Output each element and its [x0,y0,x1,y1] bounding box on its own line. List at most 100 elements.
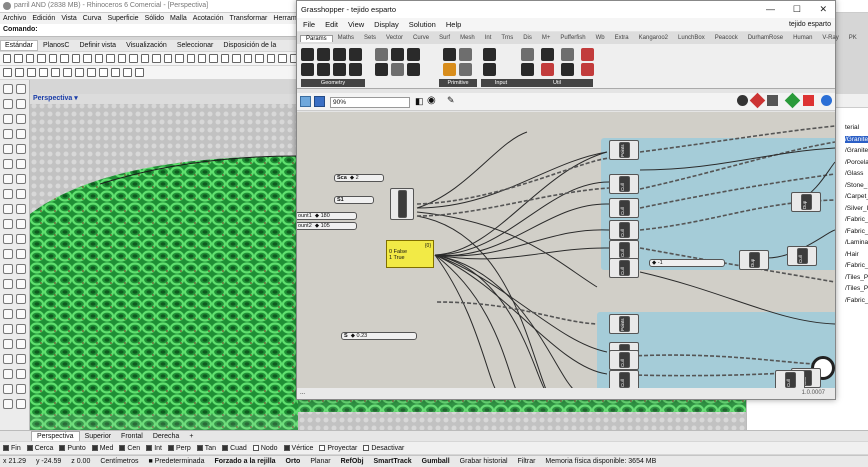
filter-toggle[interactable]: Filtrar [518,458,536,465]
ribbon-component-icon[interactable] [581,48,594,61]
osnap-med[interactable]: Med [91,445,113,452]
ribbon-component-icon[interactable] [301,48,314,61]
tool-icon[interactable] [3,84,13,94]
close-icon[interactable]: ✕ [819,4,827,15]
gh-tab[interactable]: Human [788,35,817,41]
tool-icon[interactable] [220,54,230,63]
tool-icon[interactable] [3,189,13,199]
tool-icon[interactable] [83,54,92,63]
tool-icon[interactable] [186,54,195,63]
ribbon-component-icon[interactable] [521,48,534,61]
slider-count1[interactable]: ount1 ◆ 180 [297,212,357,220]
ribbon-group-label[interactable]: Primitive [439,79,477,87]
rhino-menu-item[interactable]: Edición [32,15,55,22]
gh-tab[interactable]: Peacock [710,35,743,41]
tool-icon[interactable] [152,54,161,63]
toolbar-tab[interactable]: Definir vista [75,40,122,51]
tool-icon[interactable] [16,234,26,244]
ribbon-group-label[interactable]: Util [521,79,593,87]
ribbon-component-icon[interactable] [317,48,330,61]
tool-icon[interactable] [16,99,26,109]
tool-icon[interactable] [94,54,104,63]
tool-icon[interactable] [99,68,108,77]
material-list-item[interactable]: /Hair [845,251,859,258]
tool-icon[interactable] [16,84,26,94]
tool-icon[interactable] [16,189,26,199]
material-list-item[interactable]: /Stone_I [845,182,868,189]
osnap-vértice[interactable]: Vértice [283,445,313,452]
gh-component[interactable]: Cull [609,220,639,240]
osnap-punto[interactable]: Punto [59,445,86,452]
ribbon-component-icon[interactable] [459,48,472,61]
ribbon-component-icon[interactable] [333,48,346,61]
material-list-item[interactable]: /Carpet_ [845,193,868,200]
gh-tab[interactable]: Wb [591,35,610,41]
gh-menu-item[interactable]: Display [374,20,399,29]
gh-menu-item[interactable]: Help [446,20,461,29]
smarttrack-toggle[interactable]: SmartTrack [374,458,412,465]
zoom-reset-icon[interactable]: ◧ [415,96,424,107]
layer-label[interactable]: ■ Predeterminada [148,458,204,465]
tool-icon[interactable] [16,279,26,289]
tool-icon[interactable] [16,159,26,169]
tool-icon[interactable] [3,114,13,124]
osnap-perp[interactable]: Perp [167,445,191,452]
zoom-dropdown[interactable]: 90% [330,97,410,108]
ribbon-component-icon[interactable] [391,63,404,76]
gh-tab[interactable]: Trns [496,35,518,41]
minimize-icon[interactable]: — [766,4,775,14]
preview-off-icon[interactable] [737,95,748,106]
ribbon-component-icon[interactable] [349,63,362,76]
ribbon-component-icon[interactable] [375,63,388,76]
ribbon-component-icon[interactable] [349,48,362,61]
ribbon-component-icon[interactable] [407,63,420,76]
gumball-toggle[interactable]: Gumball [422,458,450,465]
gh-component[interactable]: Cull [609,198,639,218]
tool-icon[interactable] [16,324,26,334]
maximize-icon[interactable]: ☐ [793,4,801,15]
gh-tab[interactable]: PK [844,35,862,41]
tool-icon[interactable] [3,294,13,304]
osnap-nodo[interactable]: Nodo [252,445,278,452]
boolean-panel[interactable]: {0} 0 False 1 True [386,240,434,268]
tool-icon[interactable] [16,354,26,364]
ribbon-component-icon[interactable] [561,48,574,61]
ribbon-component-icon[interactable] [407,48,420,61]
preview-shaded-icon[interactable] [767,95,778,106]
grid-snap-toggle[interactable]: Forzado a la rejilla [214,458,275,465]
material-list-item[interactable]: /Tiles_Po [845,274,868,281]
ribbon-component-icon[interactable] [301,63,314,76]
ribbon-component-icon[interactable] [317,63,330,76]
viewport-tab[interactable]: Derecha [148,432,184,441]
tool-icon[interactable] [16,384,26,394]
checkbox[interactable] [119,445,126,451]
material-list-item[interactable]: /Tiles_Po [845,285,868,292]
tool-icon[interactable] [3,309,13,319]
tool-icon[interactable] [39,68,48,77]
tool-icon[interactable] [16,219,26,229]
tool-icon[interactable] [197,54,207,63]
material-list-item[interactable]: /Fabric_I [845,216,868,223]
gh-component[interactable]: Cull [609,240,639,260]
tool-icon[interactable] [51,68,60,77]
gh-tab[interactable]: Params [300,34,333,42]
toolbar-tab[interactable]: Estándar [0,40,39,51]
material-list-item[interactable]: /Granite [845,135,868,143]
osnap-toggle[interactable]: RefObj [341,458,364,465]
gh-tab[interactable]: Dis [518,35,537,41]
osnap-cen[interactable]: Cen [119,445,140,452]
material-list-item[interactable]: /Granite [845,147,868,154]
slider-minus1[interactable]: ◆ -1 [649,259,725,267]
planar-toggle[interactable]: Planar [310,458,330,465]
tool-icon[interactable] [106,54,115,63]
viewport-tab[interactable]: Perspectiva [31,431,80,441]
material-list-item[interactable]: /Glass [845,170,863,177]
checkbox[interactable] [283,445,290,451]
preview-selected-icon[interactable] [784,92,801,109]
osnap-fin[interactable]: Fin [3,445,21,452]
checkbox[interactable] [252,445,259,451]
gh-tab[interactable]: Mesh [455,35,480,41]
tool-icon[interactable] [14,54,23,63]
tool-icon[interactable] [3,144,13,154]
checkbox[interactable] [319,445,326,451]
